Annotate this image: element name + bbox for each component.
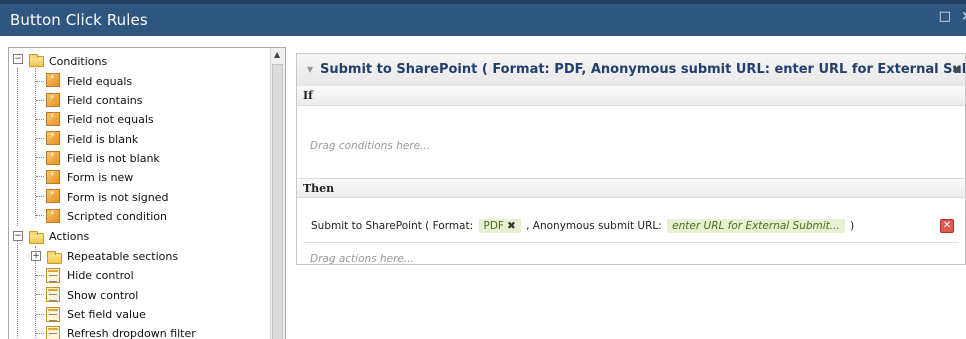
actions-drop-zone[interactable]: Drag actions here...: [310, 253, 414, 264]
tree-item-label: Form is not signed: [67, 191, 169, 204]
rule-delete-icon[interactable]: ✖: [952, 63, 961, 76]
collapse-actions-toggle[interactable]: −: [13, 231, 23, 241]
rule-card: ▼ Submit to SharePoint ( Format: PDF, An…: [296, 53, 966, 265]
tree-item-label: Field equals: [67, 75, 133, 88]
condition-icon: [46, 209, 60, 223]
conditions-drop-zone[interactable]: Drag conditions here...: [310, 140, 430, 152]
tree-guide: [36, 138, 44, 139]
tree-guide: [36, 196, 44, 197]
tree-folder-repeatable-sections[interactable]: Repeatable sections: [67, 247, 178, 266]
folder-icon: [29, 54, 44, 67]
rule-header[interactable]: ▼ Submit to SharePoint ( Format: PDF, An…: [297, 54, 965, 87]
tree-guide: [36, 275, 44, 276]
rules-toolbox-tree: − Conditions Field equals Field contains…: [8, 47, 286, 339]
action-prefix: Submit to SharePoint ( Format:: [311, 220, 474, 232]
tree-item-label: Field is blank: [67, 133, 139, 146]
tree-item-form-is-not-signed[interactable]: Form is not signed: [67, 188, 169, 207]
tree-item-label: Show control: [67, 289, 139, 302]
tree-item-field-not-equals[interactable]: Field not equals: [67, 110, 154, 129]
action-icon: [46, 307, 60, 322]
tree-content: − Conditions Field equals Field contains…: [9, 48, 271, 339]
rule-title: Submit to SharePoint ( Format: PDF, Anon…: [320, 62, 966, 77]
delete-action-icon[interactable]: ✕: [940, 219, 954, 233]
tree-item-field-contains[interactable]: Field contains: [67, 91, 142, 110]
expand-repeatable-sections-toggle[interactable]: +: [31, 251, 41, 261]
collapse-rule-icon[interactable]: ▼: [307, 65, 313, 74]
tree-item-field-is-blank[interactable]: Field is blank: [67, 130, 138, 149]
tree-item-label: Field contains: [67, 94, 143, 107]
if-section-label: If: [297, 86, 965, 106]
tree-folder-label: Repeatable sections: [67, 250, 179, 263]
tree-guide: [36, 314, 44, 315]
tree-item-refresh-dropdown-filter[interactable]: Refresh dropdown filter: [67, 324, 196, 339]
scroll-up-arrow-icon[interactable]: ▲: [274, 50, 280, 59]
condition-icon: [46, 73, 60, 87]
condition-icon: [46, 112, 60, 126]
tree-item-label: Refresh dropdown filter: [67, 327, 196, 339]
tree-folder-label: Actions: [49, 230, 90, 243]
tree-item-label: Field not equals: [67, 113, 154, 126]
then-section-label: Then: [297, 178, 965, 198]
dialog-title-bar: Button Click Rules □ ×: [0, 0, 966, 36]
maximize-icon[interactable]: □: [939, 9, 951, 24]
collapse-conditions-toggle[interactable]: −: [13, 54, 23, 64]
tree-guide: [17, 68, 18, 226]
condition-icon: [46, 131, 60, 145]
tree-item-form-is-new[interactable]: Form is new: [67, 168, 133, 187]
tree-item-label: Hide control: [67, 269, 134, 282]
scrollbar-thumb[interactable]: [272, 64, 283, 339]
rule-editor-area: ▼ Submit to SharePoint ( Format: PDF, An…: [290, 44, 966, 339]
tree-guide: [36, 100, 44, 101]
condition-icon: [46, 170, 60, 184]
tree-guide: [36, 176, 44, 177]
action-suffix: ): [850, 220, 855, 232]
tree-item-field-is-not-blank[interactable]: Field is not blank: [67, 149, 160, 168]
tree-guide: [36, 119, 44, 120]
action-row[interactable]: Submit to SharePoint ( Format: PDF ✖ , An…: [303, 212, 959, 243]
tree-item-label: Set field value: [67, 308, 146, 321]
condition-icon: [46, 151, 60, 165]
tree-guide: [36, 294, 44, 295]
folder-icon: [29, 231, 44, 244]
tree-item-scripted-condition[interactable]: Scripted condition: [67, 207, 167, 226]
condition-icon: [46, 93, 60, 107]
tree-folder-actions[interactable]: Actions: [49, 227, 89, 246]
format-value: PDF: [483, 220, 504, 232]
tree-guide: [36, 215, 44, 216]
tree-guide: [36, 81, 44, 82]
window-controls: □ ×: [933, 9, 966, 24]
tree-guide: [36, 157, 44, 158]
action-icon: [46, 326, 60, 339]
format-chip[interactable]: PDF ✖: [478, 219, 521, 233]
tree-guide: [17, 238, 18, 339]
tree-scrollbar[interactable]: ▲: [270, 48, 285, 339]
condition-icon: [46, 189, 60, 203]
tree-item-label: Scripted condition: [67, 210, 168, 223]
tree-item-label: Form is new: [67, 171, 134, 184]
action-icon: [46, 268, 60, 283]
tree-item-hide-control[interactable]: Hide control: [67, 266, 134, 285]
remove-format-icon[interactable]: ✖: [507, 220, 516, 232]
url-chip[interactable]: enter URL for External Submit...: [667, 219, 845, 233]
action-icon: [46, 287, 60, 302]
action-text: Submit to SharePoint ( Format: PDF ✖ , An…: [311, 219, 854, 233]
tree-folder-label: Conditions: [49, 55, 108, 68]
folder-icon: [47, 251, 62, 264]
tree-item-field-equals[interactable]: Field equals: [67, 72, 132, 91]
tree-guide: [36, 333, 44, 334]
dialog-title: Button Click Rules: [10, 11, 148, 29]
tree-folder-conditions[interactable]: Conditions: [49, 52, 107, 71]
close-icon[interactable]: ×: [961, 9, 966, 24]
tree-item-show-control[interactable]: Show control: [67, 286, 138, 305]
url-label: , Anonymous submit URL:: [526, 220, 662, 232]
tree-item-set-field-value[interactable]: Set field value: [67, 305, 146, 324]
tree-item-label: Field is not blank: [67, 152, 160, 165]
